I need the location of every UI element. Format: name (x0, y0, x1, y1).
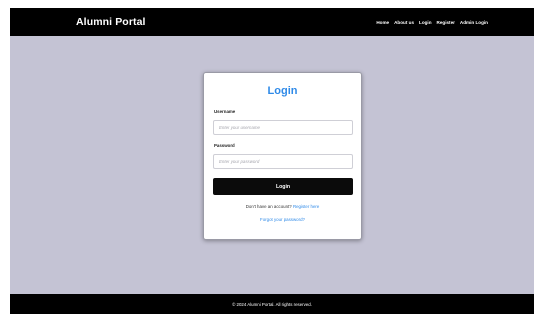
register-here-link[interactable]: Register here (293, 204, 319, 209)
username-label: Username (214, 109, 236, 114)
nav-links: Home About us Login Register Admin Login (376, 20, 488, 25)
nav-link-home[interactable]: Home (376, 20, 389, 25)
nav-link-register[interactable]: Register (437, 20, 455, 25)
login-button[interactable]: Login (213, 178, 353, 195)
navbar: Alumni Portal Home About us Login Regist… (10, 8, 534, 36)
password-label: Password (214, 143, 235, 148)
nav-link-about-us[interactable]: About us (394, 20, 414, 25)
login-title: Login (267, 85, 298, 97)
nav-link-admin-login[interactable]: Admin Login (460, 20, 488, 25)
brand-logo[interactable]: Alumni Portal (76, 16, 146, 28)
login-card: Login Username Password Login Don't have… (203, 72, 362, 240)
signup-prompt-text: Don't have an account? (245, 204, 292, 209)
footer-copyright: © 2024 Alumni Portal. All rights reserve… (232, 301, 312, 307)
username-input[interactable] (213, 120, 353, 135)
footer: © 2024 Alumni Portal. All rights reserve… (10, 294, 534, 314)
signup-prompt-line: Don't have an account? Register here (204, 204, 361, 209)
password-input[interactable] (213, 154, 353, 169)
page-background: Alumni Portal Home About us Login Regist… (10, 8, 534, 314)
forgot-password-link[interactable]: Forgot your password? (204, 217, 361, 222)
nav-link-login[interactable]: Login (419, 20, 432, 25)
